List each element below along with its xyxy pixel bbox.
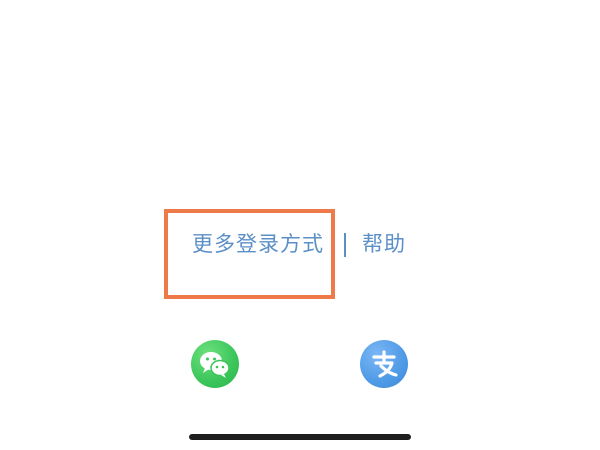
- wechat-login-button[interactable]: [191, 340, 239, 388]
- login-links-row: 更多登录方式 帮助: [0, 226, 600, 262]
- link-divider: [344, 233, 346, 257]
- home-indicator[interactable]: [189, 434, 411, 440]
- wechat-icon: [200, 352, 230, 378]
- login-screen: 更多登录方式 帮助: [0, 0, 600, 450]
- more-login-methods-link[interactable]: 更多登录方式: [192, 226, 324, 262]
- help-link[interactable]: 帮助: [362, 226, 406, 262]
- alipay-icon: [372, 350, 398, 378]
- alipay-login-button[interactable]: [360, 340, 408, 388]
